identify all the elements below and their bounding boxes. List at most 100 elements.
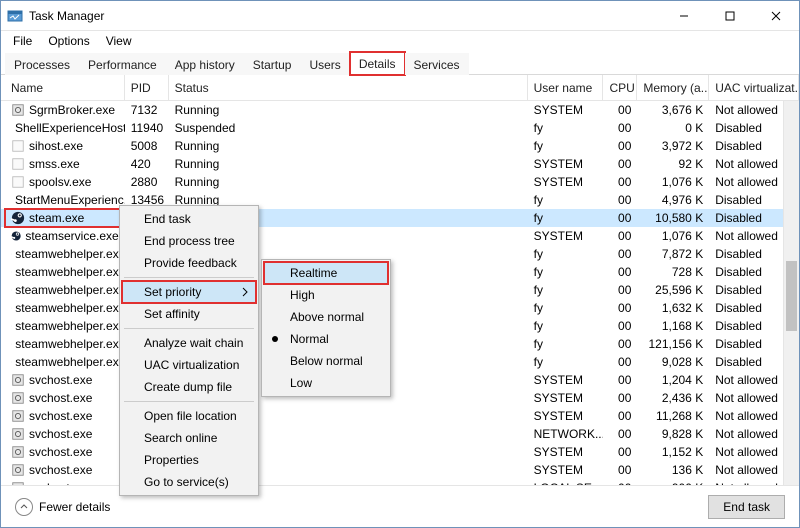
ctx-search-online[interactable]: Search online — [122, 427, 256, 449]
process-name-cell[interactable]: svchost.exe — [5, 425, 125, 443]
process-name-cell[interactable]: svchost.exe — [5, 461, 125, 479]
tab-performance[interactable]: Performance — [79, 53, 166, 75]
ctx-set-affinity[interactable]: Set affinity — [122, 303, 256, 325]
context-menu[interactable]: End taskEnd process treeProvide feedback… — [119, 205, 259, 496]
process-name-cell[interactable]: SgrmBroker.exe — [5, 101, 125, 119]
column-header[interactable]: Name — [5, 75, 125, 100]
menu-options[interactable]: Options — [40, 32, 97, 50]
priority-normal[interactable]: Normal — [264, 328, 388, 350]
scroll-thumb[interactable] — [786, 261, 797, 331]
process-name-cell[interactable]: steam.exe — [5, 209, 125, 227]
taskmgr-icon — [7, 8, 23, 24]
process-name-cell[interactable]: steamwebhelper.ex — [5, 245, 125, 263]
fewer-details-toggle[interactable]: Fewer details — [15, 498, 110, 516]
process-row[interactable]: SgrmBroker.exe7132RunningSYSTEM003,676 K… — [1, 101, 799, 119]
ctx-end-process-tree[interactable]: End process tree — [122, 230, 256, 252]
ctx-create-dump-file[interactable]: Create dump file — [122, 376, 256, 398]
close-button[interactable] — [753, 1, 799, 31]
user-cell: SYSTEM — [528, 371, 604, 389]
chevron-up-icon — [15, 498, 33, 516]
ctx-set-priority[interactable]: Set priority — [122, 281, 256, 303]
status-cell: Suspended — [169, 119, 528, 137]
tab-app-history[interactable]: App history — [166, 53, 244, 75]
memory-cell: 1,152 K — [637, 443, 709, 461]
column-header[interactable]: CPU — [603, 75, 637, 100]
process-name-cell[interactable]: steamwebhelper.ex — [5, 299, 125, 317]
ctx-uac-virtualization[interactable]: UAC virtualization — [122, 354, 256, 376]
tab-services[interactable]: Services — [405, 53, 469, 75]
process-name-cell[interactable]: smss.exe — [5, 155, 125, 173]
tab-users[interactable]: Users — [300, 53, 349, 75]
cpu-cell: 00 — [603, 371, 637, 389]
user-cell: fy — [528, 119, 604, 137]
ctx-analyze-wait-chain[interactable]: Analyze wait chain — [122, 332, 256, 354]
user-cell: fy — [528, 245, 604, 263]
process-name-cell[interactable]: steamservice.exe — [5, 227, 125, 245]
memory-cell: 7,872 K — [637, 245, 709, 263]
column-header[interactable]: PID — [125, 75, 169, 100]
memory-cell: 1,632 K — [637, 299, 709, 317]
process-name-cell[interactable]: svchost.exe — [5, 371, 125, 389]
menu-view[interactable]: View — [98, 32, 140, 50]
user-cell: fy — [528, 209, 604, 227]
priority-below-normal[interactable]: Below normal — [264, 350, 388, 372]
fewer-details-label: Fewer details — [39, 500, 110, 514]
ctx-end-task[interactable]: End task — [122, 208, 256, 230]
ctx-provide-feedback[interactable]: Provide feedback — [122, 252, 256, 274]
memory-cell: 728 K — [637, 263, 709, 281]
user-cell: SYSTEM — [528, 155, 604, 173]
maximize-button[interactable] — [707, 1, 753, 31]
ctx-properties[interactable]: Properties — [122, 449, 256, 471]
process-name-cell[interactable]: svchost.exe — [5, 443, 125, 461]
process-name-cell[interactable]: StartMenuExperienc... — [5, 191, 125, 209]
user-cell: fy — [528, 353, 604, 371]
process-name-cell[interactable]: steamwebhelper.ex — [5, 281, 125, 299]
status-cell: Running — [169, 101, 528, 119]
process-name-cell[interactable]: steamwebhelper.ex — [5, 335, 125, 353]
priority-above-normal[interactable]: Above normal — [264, 306, 388, 328]
cpu-cell: 00 — [603, 245, 637, 263]
process-name-cell[interactable]: sihost.exe — [5, 137, 125, 155]
column-header[interactable]: Memory (a... — [637, 75, 709, 100]
memory-cell: 4,976 K — [637, 191, 709, 209]
tab-processes[interactable]: Processes — [5, 53, 79, 75]
column-header[interactable]: User name — [528, 75, 604, 100]
column-header[interactable]: UAC virtualizat... — [709, 75, 799, 100]
tab-startup[interactable]: Startup — [244, 53, 301, 75]
cpu-cell: 00 — [603, 137, 637, 155]
cpu-cell: 00 — [603, 191, 637, 209]
priority-high[interactable]: High — [264, 284, 388, 306]
cpu-cell: 00 — [603, 209, 637, 227]
process-name-cell[interactable]: svchost.exe — [5, 389, 125, 407]
process-row[interactable]: smss.exe420RunningSYSTEM0092 KNot allowe… — [1, 155, 799, 173]
user-cell: NETWORK... — [528, 425, 604, 443]
process-name-cell[interactable]: steamwebhelper.ex — [5, 353, 125, 371]
priority-submenu[interactable]: RealtimeHighAbove normalNormalBelow norm… — [261, 259, 391, 397]
tab-details[interactable]: Details — [350, 52, 405, 75]
status-cell: Running — [169, 155, 528, 173]
process-name-cell[interactable]: steamwebhelper.ex — [5, 263, 125, 281]
user-cell: SYSTEM — [528, 461, 604, 479]
process-name-cell[interactable]: spoolsv.exe — [5, 173, 125, 191]
process-row[interactable]: spoolsv.exe2880RunningSYSTEM001,076 KNot… — [1, 173, 799, 191]
end-task-button[interactable]: End task — [708, 495, 785, 519]
cpu-cell: 00 — [603, 461, 637, 479]
ctx-go-to-service-s-[interactable]: Go to service(s) — [122, 471, 256, 493]
process-name-cell[interactable]: svchost.exe — [5, 407, 125, 425]
column-header[interactable]: Status — [169, 75, 528, 100]
minimize-button[interactable] — [661, 1, 707, 31]
cpu-cell: 00 — [603, 389, 637, 407]
process-name-cell[interactable]: ShellExperienceHost... — [5, 119, 125, 137]
user-cell: fy — [528, 317, 604, 335]
ctx-open-file-location[interactable]: Open file location — [122, 405, 256, 427]
priority-realtime[interactable]: Realtime — [264, 262, 388, 284]
user-cell: SYSTEM — [528, 407, 604, 425]
process-row[interactable]: ShellExperienceHost...11940Suspendedfy00… — [1, 119, 799, 137]
process-row[interactable]: sihost.exe5008Runningfy003,972 KDisabled — [1, 137, 799, 155]
process-name-cell[interactable]: steamwebhelper.ex — [5, 317, 125, 335]
menu-file[interactable]: File — [5, 32, 40, 50]
vertical-scrollbar[interactable] — [783, 101, 799, 493]
priority-low[interactable]: Low — [264, 372, 388, 394]
user-cell: SYSTEM — [528, 227, 604, 245]
cpu-cell: 00 — [603, 155, 637, 173]
